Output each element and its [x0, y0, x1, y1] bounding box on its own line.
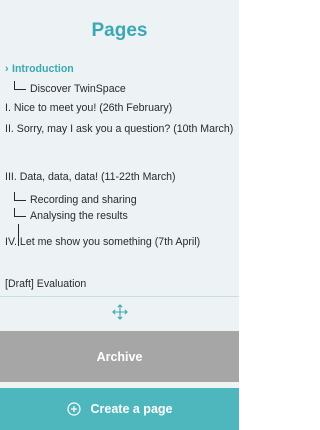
archive-button[interactable]: Archive — [0, 331, 239, 382]
tree-branch-icon — [14, 192, 26, 201]
page-item-introduction[interactable]: › Introduction — [5, 60, 235, 78]
page-item-nice-to-meet-you[interactable]: I. Nice to meet you! (26th February) — [5, 99, 235, 117]
circle-plus-icon — [66, 402, 81, 416]
tree-branch-icon — [14, 81, 26, 90]
page-item-draft-evaluation[interactable]: [Draft] Evaluation — [5, 275, 235, 293]
page-item-label: II. Sorry, may I ask you a question? (10… — [5, 123, 234, 135]
page-item-label: Discover TwinSpace — [30, 83, 126, 95]
create-page-label: Create a page — [90, 402, 173, 416]
archive-button-label: Archive — [96, 349, 143, 364]
panel-title: Pages — [91, 20, 148, 41]
page-item-data-data-data[interactable]: III. Data, data, data! (11-22th March) — [5, 168, 235, 186]
page-item-label: [Draft] Evaluation — [5, 278, 87, 290]
chevron-right-icon: › — [5, 63, 9, 75]
page-item-label: I. Nice to meet you! (26th February) — [5, 102, 173, 114]
page-item-label: Introduction — [12, 63, 74, 75]
page-item-analysing-the-results[interactable]: Analysing the results — [14, 207, 244, 225]
page-item-label: Analysing the results — [30, 210, 128, 222]
page-item-label: III. Data, data, data! (11-22th March) — [5, 171, 176, 183]
page-item-discover-twinspace[interactable]: Discover TwinSpace — [14, 80, 244, 98]
page-item-sorry-may-i-ask[interactable]: II. Sorry, may I ask you a question? (10… — [5, 121, 235, 138]
tree-branch-icon — [14, 208, 26, 217]
page-item-label: IV. Let me show you something (7th April… — [5, 236, 201, 248]
divider — [0, 296, 239, 297]
page-item-label: Recording and sharing — [30, 194, 137, 206]
page-item-let-me-show-you[interactable]: IV. Let me show you something (7th April… — [5, 234, 235, 251]
create-page-button[interactable]: Create a page — [0, 388, 239, 430]
move-arrows-icon[interactable] — [111, 303, 129, 321]
